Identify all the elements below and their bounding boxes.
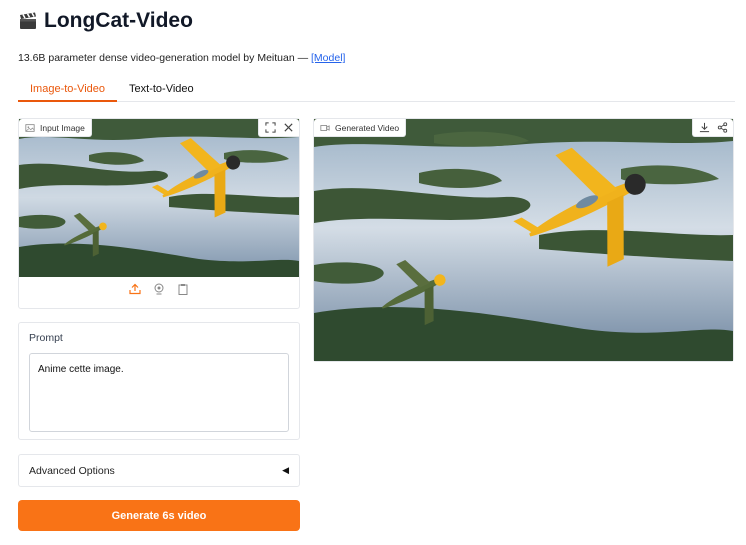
generate-video-button[interactable]: Generate 6s video <box>18 500 300 531</box>
prompt-label: Prompt <box>29 332 63 344</box>
input-image-preview[interactable] <box>19 119 299 277</box>
input-image-panel: Input Image <box>18 118 300 309</box>
generated-video-toolbar <box>692 119 733 137</box>
clear-image-button[interactable] <box>280 120 296 136</box>
generated-video-label: Generated Video <box>314 119 407 137</box>
fullscreen-icon <box>264 122 276 133</box>
app-title: LongCat-Video <box>44 9 193 32</box>
clapper-board-icon <box>20 12 36 29</box>
share-icon <box>717 122 727 133</box>
app-subtitle: 13.6B parameter dense video-generation m… <box>18 52 345 64</box>
upload-icon <box>129 283 141 295</box>
close-icon <box>283 123 293 132</box>
subtitle-text: 13.6B parameter dense video-generation m… <box>18 52 312 64</box>
advanced-options-accordion[interactable]: Advanced Options ◀ <box>18 454 300 487</box>
page-title: LongCat-Video <box>18 9 193 33</box>
upload-source-button[interactable] <box>127 281 143 297</box>
prompt-input[interactable]: Anime cette image. <box>29 353 289 432</box>
image-icon <box>25 123 35 132</box>
generated-video-player[interactable] <box>314 119 733 361</box>
download-button[interactable] <box>696 120 712 136</box>
webcam-source-button[interactable] <box>151 281 167 297</box>
share-button[interactable] <box>714 120 730 136</box>
fullscreen-button[interactable] <box>262 120 278 136</box>
video-icon <box>320 124 330 131</box>
tab-image-to-video[interactable]: Image-to-Video <box>18 80 118 102</box>
webcam-icon <box>154 283 164 295</box>
caret-left-icon: ◀ <box>282 465 289 475</box>
generated-video-label-text: Generated Video <box>335 122 400 133</box>
image-source-selector <box>19 281 299 297</box>
input-image-toolbar <box>258 119 299 137</box>
input-image-label: Input Image <box>19 119 92 137</box>
tab-text-to-video[interactable]: Text-to-Video <box>117 80 206 101</box>
clipboard-source-button[interactable] <box>175 281 191 297</box>
advanced-options-label: Advanced Options <box>29 464 115 477</box>
download-icon <box>699 122 709 133</box>
generated-video-panel: Generated Video <box>313 118 734 362</box>
prompt-panel: Prompt Anime cette image. <box>18 322 300 440</box>
model-link[interactable]: [Model] <box>311 52 345 64</box>
tab-bar: Image-to-Video Text-to-Video <box>18 80 735 102</box>
input-image-label-text: Input Image <box>40 122 85 133</box>
clipboard-icon <box>178 284 188 295</box>
